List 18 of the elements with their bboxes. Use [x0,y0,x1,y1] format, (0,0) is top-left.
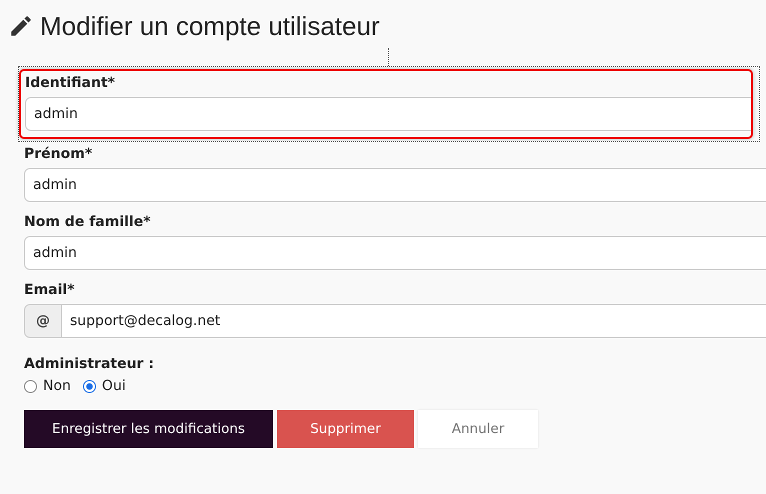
field-label: Administrateur : [24,356,155,372]
field-label: Identifiant* [25,75,116,91]
radio-label: Oui [102,378,126,394]
form-button[interactable]: Enregistrer les modifications [24,410,273,448]
email-field[interactable]: support@decalog.net [62,304,766,338]
text-field[interactable]: admin [24,236,766,270]
text-field[interactable]: admin [24,168,766,202]
field-label: Email* [24,282,76,298]
form-button[interactable]: Annuler [418,410,538,448]
form-button[interactable]: Supprimer [277,410,414,448]
radio-button[interactable] [24,380,37,392]
input-prefix: @ [24,304,62,338]
field-label: Nom de famille* [24,214,152,230]
field-label: Prénom* [24,146,94,162]
radio-button[interactable] [82,380,96,392]
page-title: Modifier un compte utilisateur [40,10,380,42]
radio-label: Non [43,378,71,394]
text-field[interactable]: admin [25,97,751,131]
